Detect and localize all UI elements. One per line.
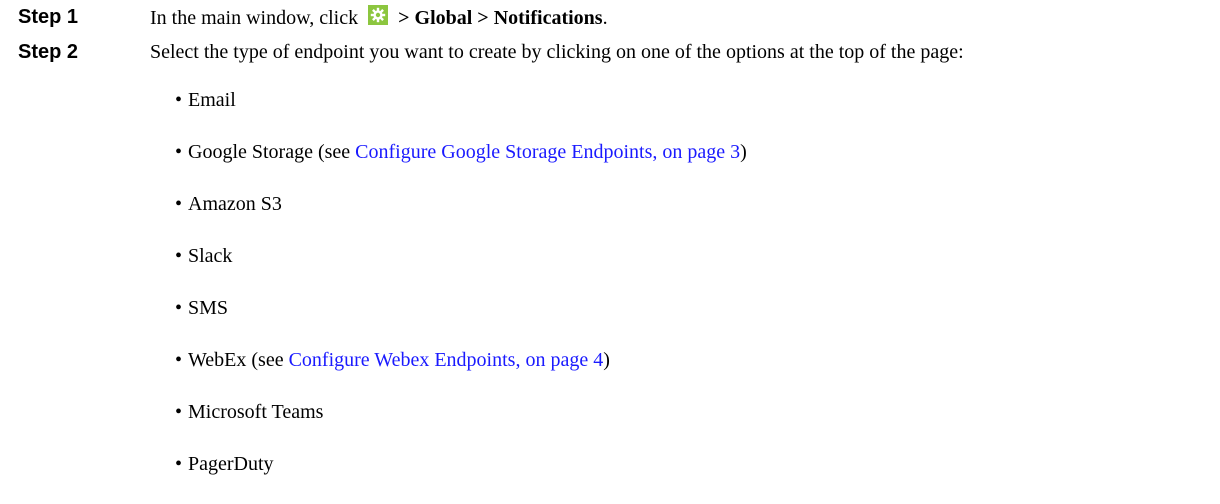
endpoint-type-list: • Email • Google Storage (see Configure Go…: [175, 88, 747, 504]
endpoint-name: Microsoft Teams: [188, 401, 324, 423]
bullet: •: [175, 349, 183, 371]
endpoint-name: WebEx (see: [188, 349, 289, 371]
step-1-instruction: In the main window, click: [150, 7, 359, 29]
endpoint-suffix: ): [740, 141, 747, 163]
bullet: •: [175, 401, 183, 423]
endpoint-name: Slack: [188, 245, 233, 267]
endpoint-name: Google Storage (see: [188, 141, 356, 163]
list-item-sms: • SMS: [175, 296, 747, 320]
step-2-text: Select the type of endpoint you want to …: [150, 41, 964, 63]
bullet: •: [175, 453, 183, 475]
endpoint-name: Amazon S3: [188, 193, 282, 215]
list-item-microsoft-teams: • Microsoft Teams: [175, 400, 747, 424]
endpoint-name: Email: [188, 89, 236, 111]
list-item-google-storage: • Google Storage (see Configure Google St…: [175, 140, 747, 164]
webex-link[interactable]: Configure Webex Endpoints, on page 4: [289, 349, 604, 371]
list-item-amazon-s3: • Amazon S3: [175, 192, 747, 216]
endpoint-suffix: ): [603, 349, 610, 371]
step-1-period: .: [602, 7, 608, 29]
step-1-menu-path: > Global > Notifications: [398, 7, 603, 29]
bullet: •: [175, 89, 183, 111]
endpoint-name: SMS: [188, 297, 229, 319]
step-2-label: Step 2: [18, 41, 79, 63]
list-item-pagerduty: • PagerDuty: [175, 452, 747, 476]
gear-icon-glyph: [370, 7, 386, 23]
document-page: Step 1 In the main window, click > Globa…: [0, 0, 1220, 487]
gear-icon: [368, 5, 389, 25]
step-1-text: In the main window, click > Global > Not…: [150, 5, 608, 30]
step-1-label: Step 1: [18, 6, 79, 28]
google-storage-link[interactable]: Configure Google Storage Endpoints, on p…: [355, 141, 740, 163]
list-item-email: • Email: [175, 88, 747, 112]
endpoint-name: PagerDuty: [188, 453, 274, 475]
list-item-webex: • WebEx (see Configure Webex Endpoints, o…: [175, 348, 747, 372]
list-item-slack: • Slack: [175, 244, 747, 268]
bullet: •: [175, 141, 183, 163]
bullet: •: [175, 297, 183, 319]
bullet: •: [175, 245, 183, 267]
bullet: •: [175, 193, 183, 215]
